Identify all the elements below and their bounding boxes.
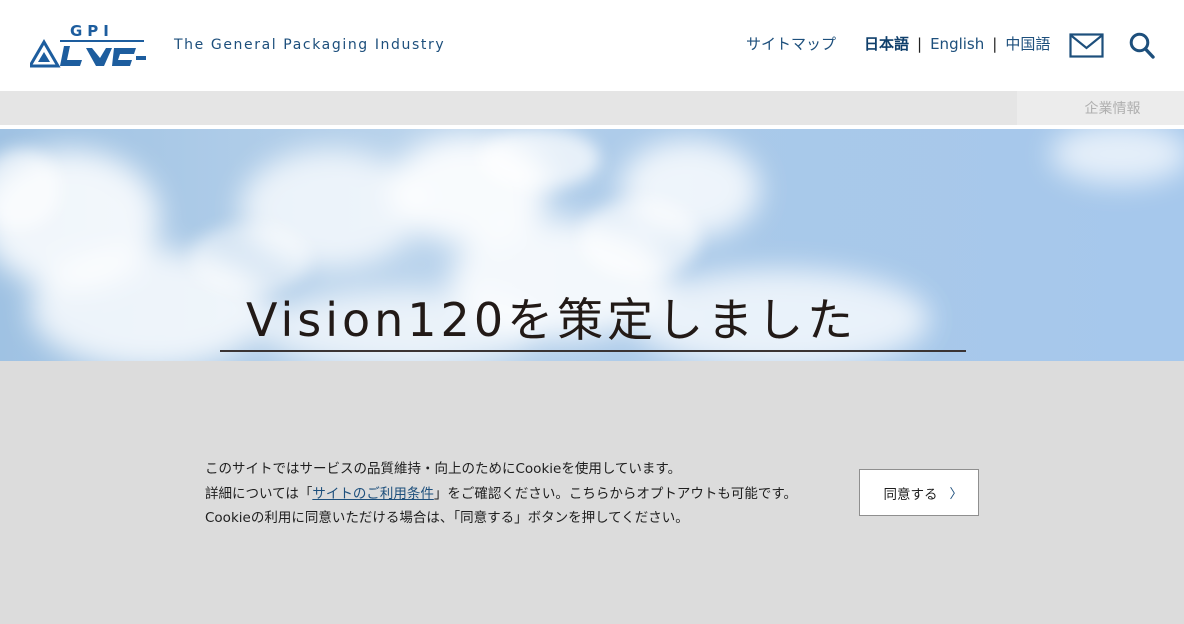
language-switcher: 日本語 | English | 中国語	[864, 33, 1050, 54]
lang-separator: |	[992, 34, 998, 53]
hero-title: Vision120を策定しました	[246, 293, 858, 347]
lang-chinese[interactable]: 中国語	[1005, 33, 1050, 54]
site-header: GPI The General Packaging Industry サイトマッ…	[0, 0, 1184, 91]
global-nav: 企業情報	[0, 91, 1184, 125]
cookie-line-2-suffix: 」をご確認ください。こちらからオプトアウトも可能です。	[433, 485, 797, 502]
search-icon[interactable]	[1129, 32, 1155, 59]
terms-of-use-link[interactable]: サイトのご利用条件	[312, 486, 434, 502]
rengo-logo-icon: GPI	[30, 22, 146, 68]
lang-english[interactable]: English	[930, 35, 984, 53]
hero-banner: Vision120を策定しました	[0, 129, 1184, 361]
cookie-line-1: このサイトではサービスの品質維持・向上のためにCookieを使用しています。	[205, 461, 682, 477]
tagline: The General Packaging Industry	[174, 37, 446, 53]
agree-button-label: 同意する	[883, 486, 938, 503]
sitemap-link[interactable]: サイトマップ	[746, 33, 836, 54]
mail-icon[interactable]	[1069, 33, 1104, 58]
chevron-right-icon: 〉	[949, 487, 963, 502]
lang-japanese[interactable]: 日本語	[864, 33, 909, 54]
cookie-line-3: Cookieの利用に同意いただける場合は、「同意する」ボタンを押してください。	[205, 510, 689, 526]
cookie-line-2-prefix: 詳細については「	[205, 485, 313, 502]
agree-button[interactable]: 同意する 〉	[859, 469, 979, 516]
svg-text:GPI: GPI	[70, 22, 114, 40]
hero-underline	[220, 350, 966, 352]
cookie-message: このサイトではサービスの品質維持・向上のためにCookieを使用しています。 詳…	[205, 457, 797, 531]
company-logo[interactable]: GPI	[30, 22, 146, 70]
lang-separator: |	[917, 34, 923, 53]
cookie-line-2: 詳細については「サイトのご利用条件」をご確認ください。こちらからオプトアウトも可…	[205, 482, 797, 507]
nav-item-corporate-info[interactable]: 企業情報	[1017, 91, 1184, 125]
